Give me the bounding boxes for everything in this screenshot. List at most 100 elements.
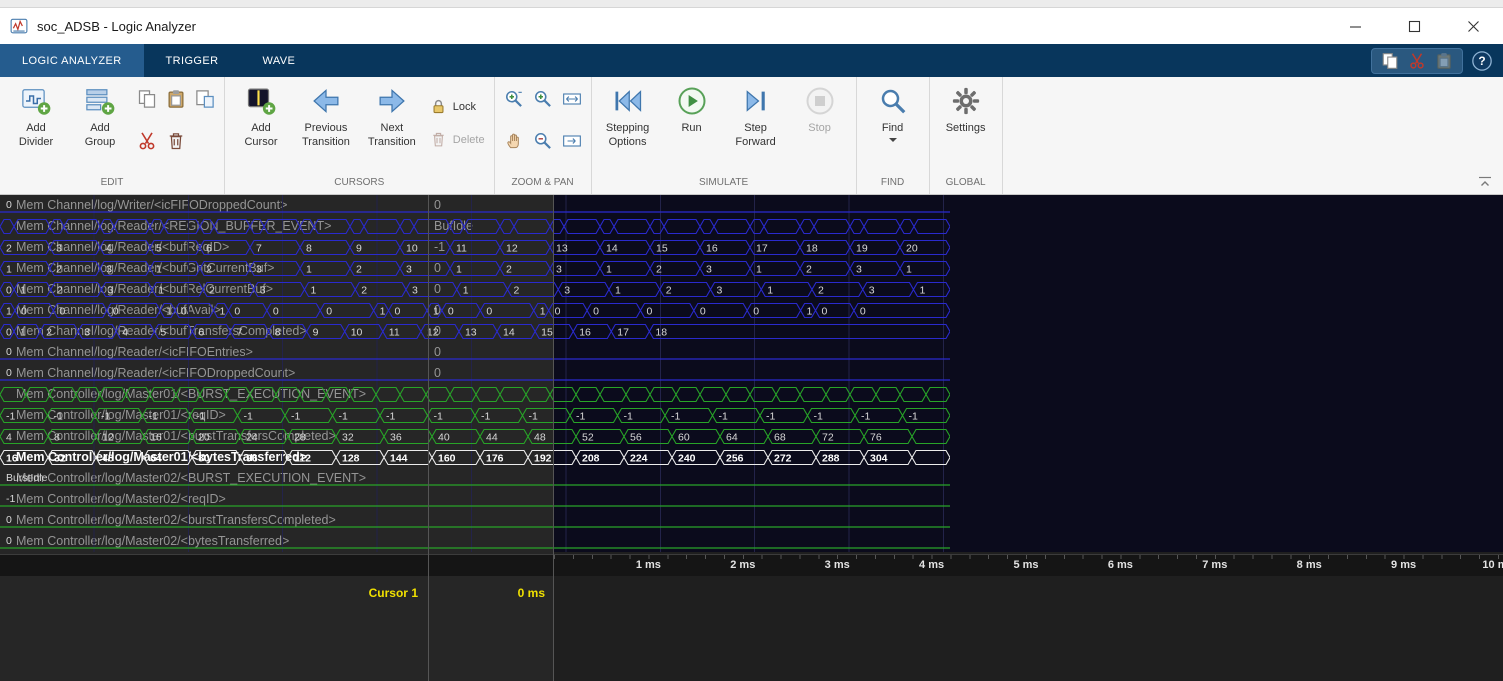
- wave-row[interactable]: 1632486480961121281441601761922082242402…: [0, 447, 1503, 468]
- copy-quick-button[interactable]: [1381, 52, 1399, 70]
- svg-text:20: 20: [198, 432, 210, 444]
- svg-text:0: 0: [448, 306, 454, 318]
- tab-trigger[interactable]: TRIGGER: [144, 44, 241, 77]
- svg-text:3: 3: [856, 264, 862, 276]
- paste-icon: [166, 89, 186, 109]
- svg-text:10: 10: [406, 243, 418, 255]
- run-button[interactable]: Run: [665, 82, 719, 135]
- svg-text:4: 4: [106, 243, 112, 255]
- svg-text:3: 3: [556, 264, 562, 276]
- wave-row[interactable]: 0: [0, 342, 1503, 363]
- waveform-plot-area[interactable]: 0234567891011121314151617181920123123123…: [0, 195, 1503, 552]
- zoom-in-x-button[interactable]: [504, 89, 524, 109]
- wave-row[interactable]: [0, 384, 1503, 405]
- svg-text:1: 1: [380, 306, 386, 318]
- values-wave-divider[interactable]: [553, 195, 554, 681]
- wave-row[interactable]: -1: [0, 489, 1503, 510]
- wave-row[interactable]: -1-1-1-1-1-1-1-1-1-1-1-1-1-1-1-1-1-1-1-1: [0, 405, 1503, 426]
- wave-row[interactable]: 481216202428323640444852566064687276: [0, 426, 1503, 447]
- step-forward-button[interactable]: StepForward: [729, 82, 783, 149]
- svg-text:16: 16: [150, 432, 162, 444]
- wave-row[interactable]: 0123456789101112131415161718: [0, 321, 1503, 342]
- wave-row[interactable]: 0: [0, 510, 1503, 531]
- button-label: PreviousTransition: [302, 121, 350, 149]
- svg-text:3: 3: [412, 285, 418, 297]
- svg-text:0: 0: [753, 306, 759, 318]
- svg-text:36: 36: [390, 432, 402, 444]
- time-axis[interactable]: 1 ms2 ms3 ms4 ms5 ms6 ms7 ms8 ms9 ms10 m…: [0, 554, 1503, 576]
- delete-button[interactable]: [166, 131, 186, 151]
- svg-text:0: 0: [326, 306, 332, 318]
- collapse-ribbon-icon[interactable]: [1477, 175, 1493, 188]
- waveform-viewer: Mem Channel/log/Writer/<icFIFODroppedCou…: [0, 195, 1503, 681]
- wave-row[interactable]: 1231231231231231231: [0, 258, 1503, 279]
- axis-tick-label: 9 ms: [1391, 559, 1416, 571]
- svg-text:9: 9: [356, 243, 362, 255]
- help-button[interactable]: ?: [1471, 50, 1493, 72]
- paste-quick-button[interactable]: [1435, 52, 1453, 70]
- add-group-button[interactable]: AddGroup: [73, 82, 127, 149]
- delete-button[interactable]: Delete: [430, 131, 485, 148]
- close-button[interactable]: [1444, 8, 1503, 44]
- fit-width-button[interactable]: [562, 89, 582, 109]
- svg-text:-1: -1: [54, 411, 63, 423]
- minimize-button[interactable]: [1326, 8, 1385, 44]
- svg-text:1: 1: [20, 285, 26, 297]
- svg-text:7: 7: [236, 327, 242, 339]
- svg-text:1: 1: [767, 285, 773, 297]
- lock-button[interactable]: Lock: [430, 98, 485, 115]
- add-cursor-icon: [246, 86, 276, 116]
- tab-logic-analyzer[interactable]: LOGIC ANALYZER: [0, 44, 144, 77]
- svg-text:0: 0: [113, 306, 119, 318]
- svg-text:256: 256: [726, 453, 744, 465]
- wave-row[interactable]: 0: [0, 363, 1503, 384]
- svg-text:288: 288: [822, 453, 840, 465]
- svg-text:60: 60: [678, 432, 690, 444]
- find-button[interactable]: Find: [866, 82, 920, 142]
- svg-text:80: 80: [198, 453, 210, 465]
- previous-transition-button[interactable]: PreviousTransition: [298, 82, 354, 149]
- button-label: AddGroup: [85, 121, 116, 149]
- svg-text:2: 2: [46, 327, 52, 339]
- stop-button[interactable]: Stop: [793, 82, 847, 135]
- svg-text:2: 2: [506, 264, 512, 276]
- settings-button[interactable]: Settings: [939, 82, 993, 135]
- wave-row[interactable]: 100010100010100100000100: [0, 300, 1503, 321]
- cursor-label[interactable]: Cursor 1: [0, 583, 418, 603]
- next-transition-button[interactable]: NextTransition: [364, 82, 420, 149]
- cut-quick-button[interactable]: [1408, 52, 1426, 70]
- wave-row[interactable]: 0: [0, 531, 1503, 552]
- svg-text:2: 2: [57, 285, 63, 297]
- wave-row[interactable]: 01231231231231231231: [0, 279, 1503, 300]
- cut-button[interactable]: [137, 131, 157, 151]
- svg-text:1: 1: [463, 285, 469, 297]
- add-divider-button[interactable]: AddDivider: [9, 82, 63, 149]
- zoom-out-button[interactable]: [533, 131, 553, 151]
- pan-button[interactable]: [504, 131, 524, 151]
- zoom-x-button[interactable]: [562, 131, 582, 151]
- tab-wave[interactable]: WAVE: [240, 44, 317, 77]
- stepping-options-button[interactable]: SteppingOptions: [601, 82, 655, 149]
- svg-text:48: 48: [102, 453, 114, 465]
- svg-text:0: 0: [273, 306, 279, 318]
- zoom-in-button[interactable]: [533, 89, 553, 109]
- svg-text:-1: -1: [244, 411, 253, 423]
- svg-text:0: 0: [646, 306, 652, 318]
- copy-button[interactable]: [137, 89, 157, 109]
- svg-text:128: 128: [342, 453, 360, 465]
- svg-text:1: 1: [433, 306, 439, 318]
- svg-text:-1: -1: [196, 411, 205, 423]
- add-cursor-button[interactable]: AddCursor: [234, 82, 288, 149]
- wave-row[interactable]: BurstIdle: [0, 468, 1503, 489]
- names-values-divider[interactable]: [428, 195, 429, 681]
- wave-row[interactable]: 234567891011121314151617181920: [0, 237, 1503, 258]
- clipboard-button[interactable]: [195, 89, 215, 109]
- paste-button[interactable]: [166, 89, 186, 109]
- svg-text:6: 6: [206, 243, 212, 255]
- maximize-button[interactable]: [1385, 8, 1444, 44]
- svg-text:1: 1: [906, 264, 912, 276]
- svg-text:0: 0: [486, 306, 492, 318]
- wave-row[interactable]: 0: [0, 195, 1503, 216]
- svg-text:-1: -1: [149, 411, 158, 423]
- wave-row[interactable]: [0, 216, 1503, 237]
